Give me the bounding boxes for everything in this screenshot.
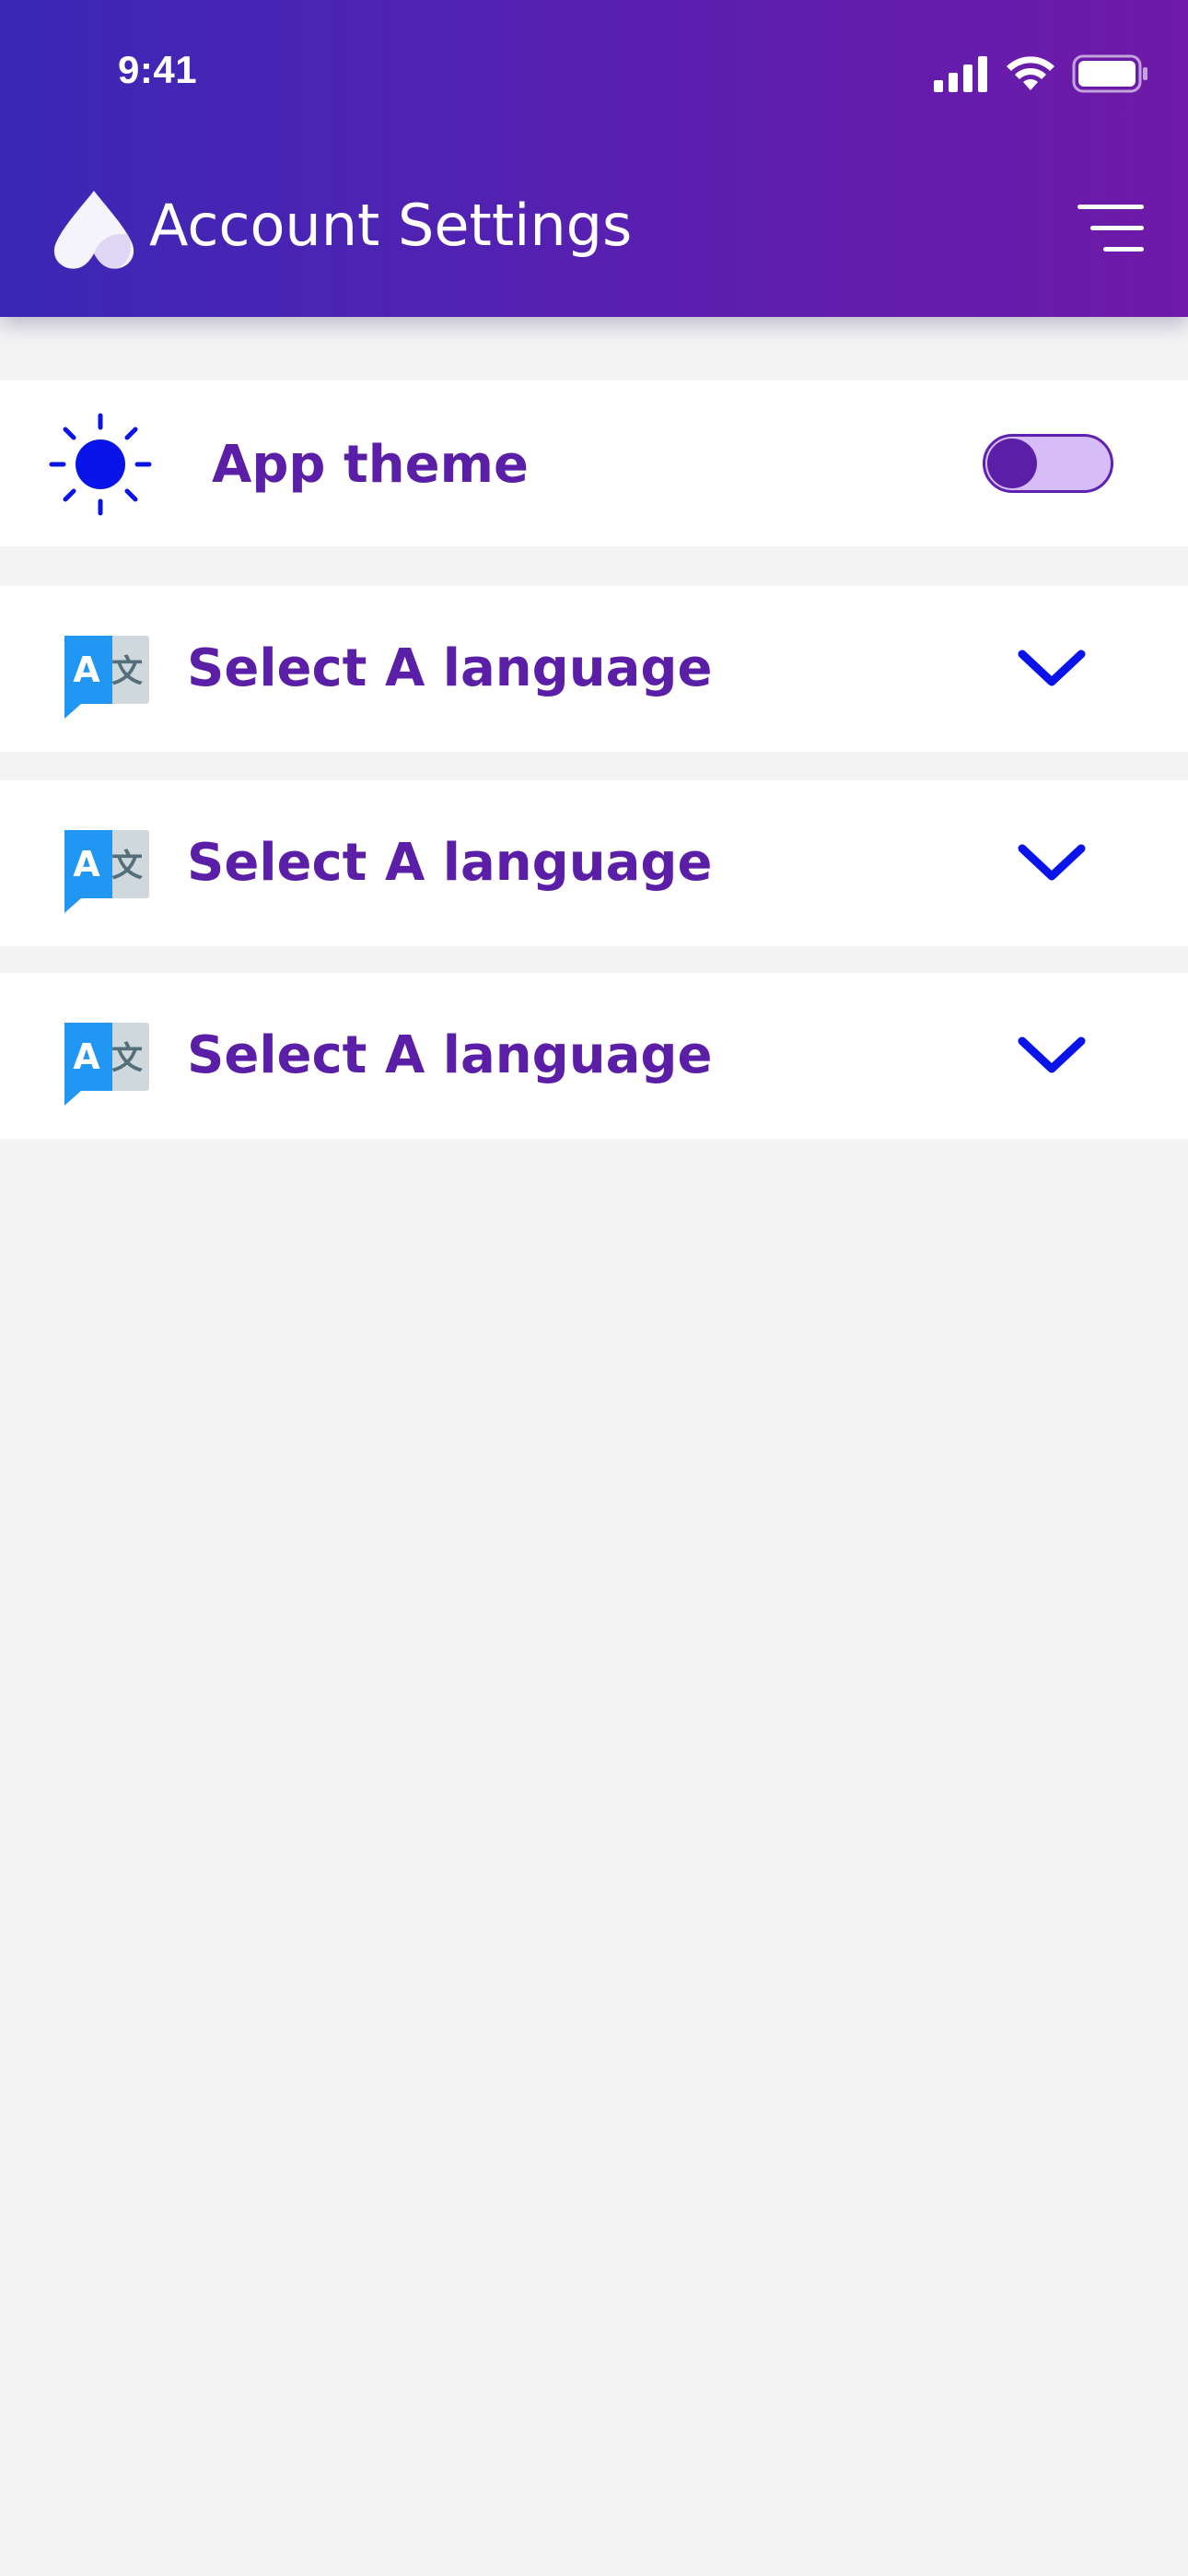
language-select-row[interactable]: 文 A Select A language — [0, 586, 1188, 752]
chevron-down-icon[interactable] — [1017, 647, 1087, 691]
sun-icon — [49, 413, 152, 516]
svg-text:文: 文 — [111, 653, 143, 690]
status-icons — [934, 53, 1149, 94]
language-select-row[interactable]: 文 A Select A language — [0, 973, 1188, 1139]
chevron-down-icon[interactable] — [1017, 841, 1087, 885]
status-time: 9:41 — [118, 48, 198, 91]
theme-toggle[interactable] — [983, 434, 1113, 493]
page-title: Account Settings — [149, 192, 633, 259]
translate-icon: 文 A — [64, 636, 149, 719]
svg-text:文: 文 — [111, 848, 143, 884]
app-header: 9:41 Account Settings — [0, 0, 1188, 317]
svg-text:A: A — [73, 844, 100, 884]
svg-text:A: A — [73, 650, 100, 690]
language-label: Select A language — [187, 833, 713, 893]
translate-icon: 文 A — [64, 1023, 149, 1106]
language-select-row[interactable]: 文 A Select A language — [0, 780, 1188, 946]
language-label: Select A language — [187, 638, 713, 698]
language-label: Select A language — [187, 1025, 713, 1085]
app-logo-icon — [53, 191, 134, 269]
app-theme-label: App theme — [212, 435, 529, 495]
cellular-signal-icon — [934, 56, 987, 92]
translate-icon: 文 A — [64, 830, 149, 913]
toggle-knob — [987, 439, 1037, 488]
hamburger-menu-icon[interactable] — [1077, 203, 1144, 254]
chevron-down-icon[interactable] — [1017, 1034, 1087, 1078]
svg-text:A: A — [73, 1036, 100, 1077]
wifi-icon — [1007, 56, 1054, 90]
svg-text:文: 文 — [111, 1040, 143, 1077]
battery-icon — [1072, 54, 1147, 93]
app-theme-row: App theme — [0, 381, 1188, 546]
